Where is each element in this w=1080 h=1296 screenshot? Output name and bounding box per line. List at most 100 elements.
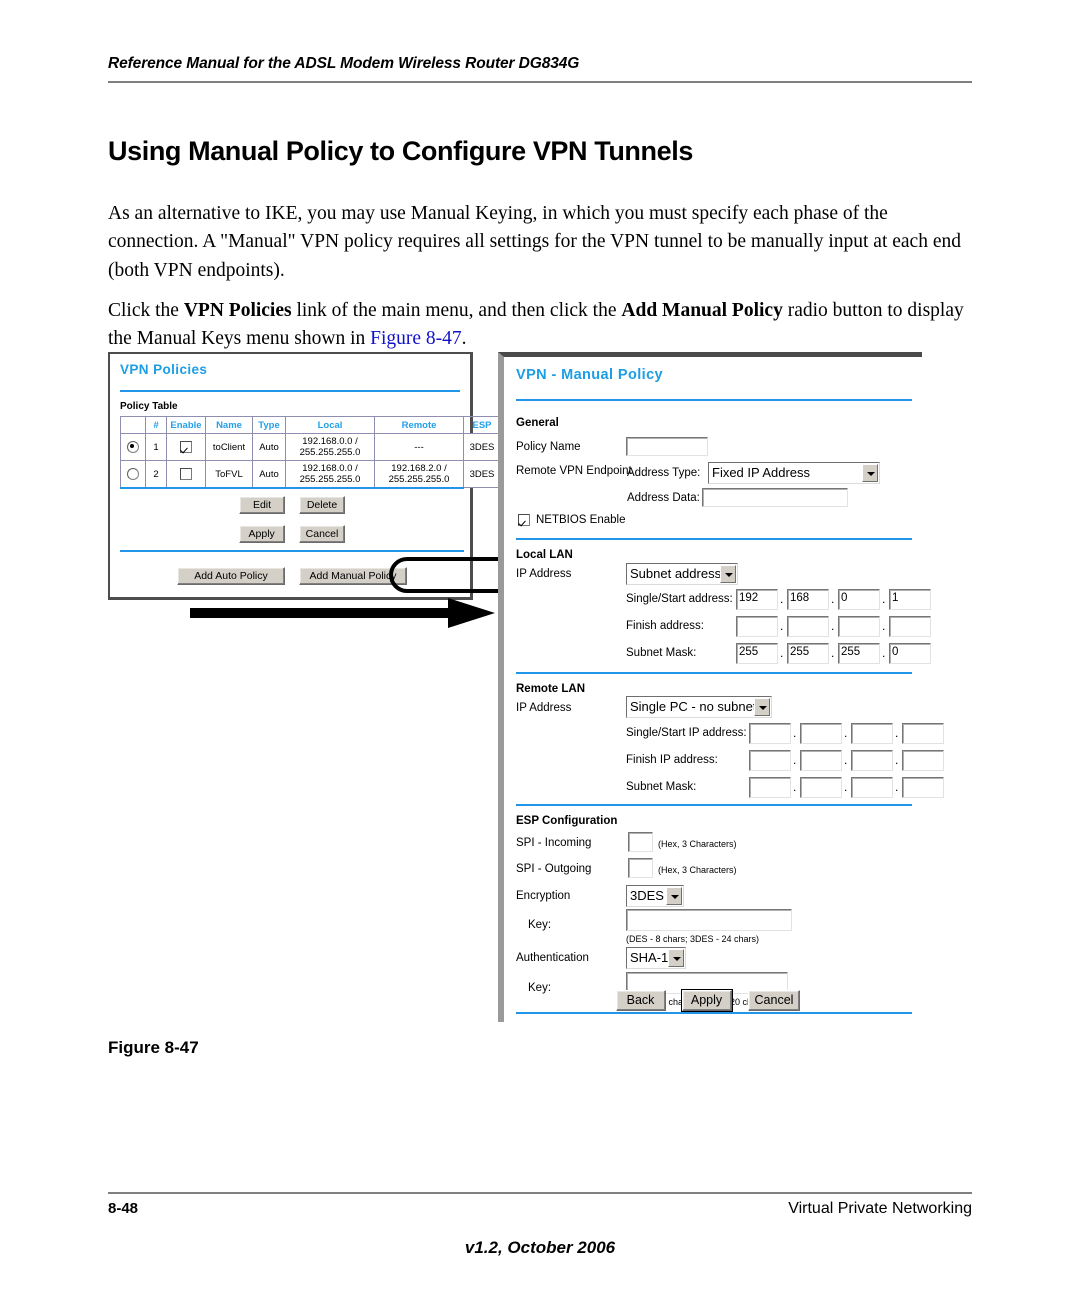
remote-lan-finish-octet-4[interactable] bbox=[902, 750, 944, 771]
remote-lan-start-octet-4[interactable] bbox=[902, 723, 944, 744]
vpn-policies-title: VPN Policies bbox=[120, 362, 208, 377]
octet-separator: . bbox=[895, 753, 899, 767]
local-lan-start-octet-4[interactable]: 1 bbox=[889, 589, 931, 610]
chevron-down-icon[interactable] bbox=[720, 565, 736, 583]
page-running-header: Reference Manual for the ADSL Modem Wire… bbox=[108, 55, 972, 83]
remote-lan-mask-octet-4[interactable] bbox=[902, 777, 944, 798]
local-lan-mask-octet-4[interactable]: 0 bbox=[889, 643, 931, 664]
para2-text-1: Click the bbox=[108, 299, 184, 321]
remote-lan-section-divider bbox=[516, 804, 912, 806]
netbios-enable-row[interactable]: NETBIOS Enable bbox=[518, 514, 625, 526]
remote-lan-finish-octet-3[interactable] bbox=[851, 750, 893, 771]
col-header-enable: Enable bbox=[166, 416, 206, 434]
spi-incoming-hint: (Hex, 3 Characters) bbox=[658, 839, 737, 849]
footer-page-number: 8-48 bbox=[108, 1200, 139, 1217]
address-type-value: Fixed IP Address bbox=[712, 465, 811, 480]
address-type-select[interactable]: Fixed IP Address bbox=[708, 462, 880, 484]
remote-lan-finish-octet-2[interactable] bbox=[800, 750, 842, 771]
encryption-key-input[interactable] bbox=[626, 909, 792, 931]
figure-caption: Figure 8-47 bbox=[108, 1038, 199, 1057]
local-lan-mask-octet-3[interactable]: 255 bbox=[838, 643, 880, 664]
local-lan-finish-octet-3[interactable] bbox=[838, 616, 880, 637]
row-1-remote: --- bbox=[374, 433, 464, 461]
remote-lan-start-octet-1[interactable] bbox=[749, 723, 791, 744]
radio-button-policy-1[interactable] bbox=[127, 441, 139, 453]
remote-lan-mask-octet-3[interactable] bbox=[851, 777, 893, 798]
local-lan-finish-label: Finish address: bbox=[626, 620, 704, 632]
apply-button[interactable]: Apply bbox=[238, 525, 285, 543]
checkbox-enable-policy-2[interactable] bbox=[180, 468, 192, 480]
spi-outgoing-input[interactable] bbox=[628, 858, 653, 878]
delete-button[interactable]: Delete bbox=[299, 496, 345, 514]
spi-incoming-input[interactable] bbox=[628, 832, 653, 852]
manual-policy-apply-button[interactable]: Apply bbox=[680, 989, 733, 1012]
policy-table-label: Policy Table bbox=[120, 401, 178, 412]
row-1-enable-cell[interactable] bbox=[166, 433, 206, 461]
encryption-select[interactable]: 3DES bbox=[626, 885, 684, 907]
table-row[interactable]: 2 ToFVL Auto 192.168.0.0 /255.255.255.0 … bbox=[120, 460, 501, 488]
octet-separator: . bbox=[780, 646, 784, 660]
authentication-select[interactable]: SHA-1 bbox=[626, 947, 686, 969]
table-row[interactable]: 1 toClient Auto 192.168.0.0 /255.255.255… bbox=[120, 433, 501, 461]
local-lan-start-octet-2[interactable]: 168 bbox=[787, 589, 829, 610]
row-2-remote-line2: 255.255.255.0 bbox=[388, 474, 450, 485]
local-lan-finish-octet-1[interactable] bbox=[736, 616, 778, 637]
manual-policy-header-divider bbox=[516, 399, 912, 401]
local-lan-ip-mode-select[interactable]: Subnet address bbox=[626, 563, 738, 585]
encryption-value: 3DES bbox=[630, 888, 664, 903]
checkbox-netbios-enable[interactable] bbox=[518, 514, 530, 526]
local-lan-mask-label: Subnet Mask: bbox=[626, 647, 697, 659]
vpn-policies-screenshot-panel: VPN Policies Policy Table # Enable Name … bbox=[108, 352, 533, 600]
local-lan-mask-octet-1[interactable]: 255 bbox=[736, 643, 778, 664]
figure-cross-reference-link[interactable]: Figure 8-47 bbox=[370, 328, 462, 349]
row-2-remote-line1: 192.168.2.0 / bbox=[391, 463, 447, 474]
edit-delete-button-row: Edit Delete bbox=[120, 495, 464, 514]
chevron-down-icon[interactable] bbox=[754, 698, 770, 716]
add-auto-policy-button[interactable]: Add Auto Policy bbox=[177, 567, 285, 585]
spi-outgoing-hint: (Hex, 3 Characters) bbox=[658, 865, 737, 875]
local-lan-start-octet-1[interactable]: 192 bbox=[736, 589, 778, 610]
add-policy-section-divider bbox=[120, 550, 464, 552]
octet-separator: . bbox=[793, 726, 797, 740]
remote-lan-mask-octet-1[interactable] bbox=[749, 777, 791, 798]
octet-separator: . bbox=[780, 592, 784, 606]
chevron-down-icon[interactable] bbox=[668, 949, 684, 967]
row-1-esp: 3DES bbox=[463, 433, 501, 461]
octet-separator: . bbox=[831, 619, 835, 633]
row-2-esp: 3DES bbox=[463, 460, 501, 488]
row-1-type: Auto bbox=[252, 433, 286, 461]
local-lan-mask-octet-2[interactable]: 255 bbox=[787, 643, 829, 664]
policy-name-input[interactable] bbox=[626, 437, 708, 456]
remote-lan-finish-octet-1[interactable] bbox=[749, 750, 791, 771]
local-lan-start-octet-3[interactable]: 0 bbox=[838, 589, 880, 610]
row-2-number: 2 bbox=[145, 460, 167, 488]
checkbox-enable-policy-1[interactable] bbox=[180, 441, 192, 453]
row-2-enable-cell[interactable] bbox=[166, 460, 206, 488]
chevron-down-icon[interactable] bbox=[666, 887, 682, 905]
local-lan-finish-octet-4[interactable] bbox=[889, 616, 931, 637]
radio-button-policy-2[interactable] bbox=[127, 468, 139, 480]
remote-lan-start-octet-2[interactable] bbox=[800, 723, 842, 744]
cancel-button[interactable]: Cancel bbox=[298, 525, 346, 543]
spi-outgoing-label: SPI - Outgoing bbox=[516, 863, 592, 875]
remote-lan-mask-octet-2[interactable] bbox=[800, 777, 842, 798]
row-2-local-line2: 255.255.255.0 bbox=[299, 474, 361, 485]
octet-separator: . bbox=[793, 780, 797, 794]
policy-table-header-row: # Enable Name Type Local Remote ESP bbox=[120, 416, 501, 434]
vpn-manual-policy-title: VPN - Manual Policy bbox=[516, 367, 663, 383]
address-data-input[interactable] bbox=[702, 488, 848, 507]
octet-separator: . bbox=[895, 780, 899, 794]
local-lan-finish-octet-2[interactable] bbox=[787, 616, 829, 637]
chevron-down-icon[interactable] bbox=[862, 464, 878, 482]
row-1-select-cell[interactable] bbox=[120, 433, 146, 461]
manual-policy-cancel-button[interactable]: Cancel bbox=[747, 990, 801, 1011]
remote-lan-start-octet-3[interactable] bbox=[851, 723, 893, 744]
octet-separator: . bbox=[780, 619, 784, 633]
para2-bold-vpn-policies: VPN Policies bbox=[183, 299, 292, 321]
back-button[interactable]: Back bbox=[615, 990, 666, 1011]
row-1-local-line2: 255.255.255.0 bbox=[299, 447, 361, 458]
remote-lan-finish-label: Finish IP address: bbox=[626, 754, 718, 766]
remote-lan-ip-mode-select[interactable]: Single PC - no subnet bbox=[626, 696, 772, 718]
edit-button[interactable]: Edit bbox=[239, 496, 285, 514]
row-2-select-cell[interactable] bbox=[120, 460, 146, 488]
